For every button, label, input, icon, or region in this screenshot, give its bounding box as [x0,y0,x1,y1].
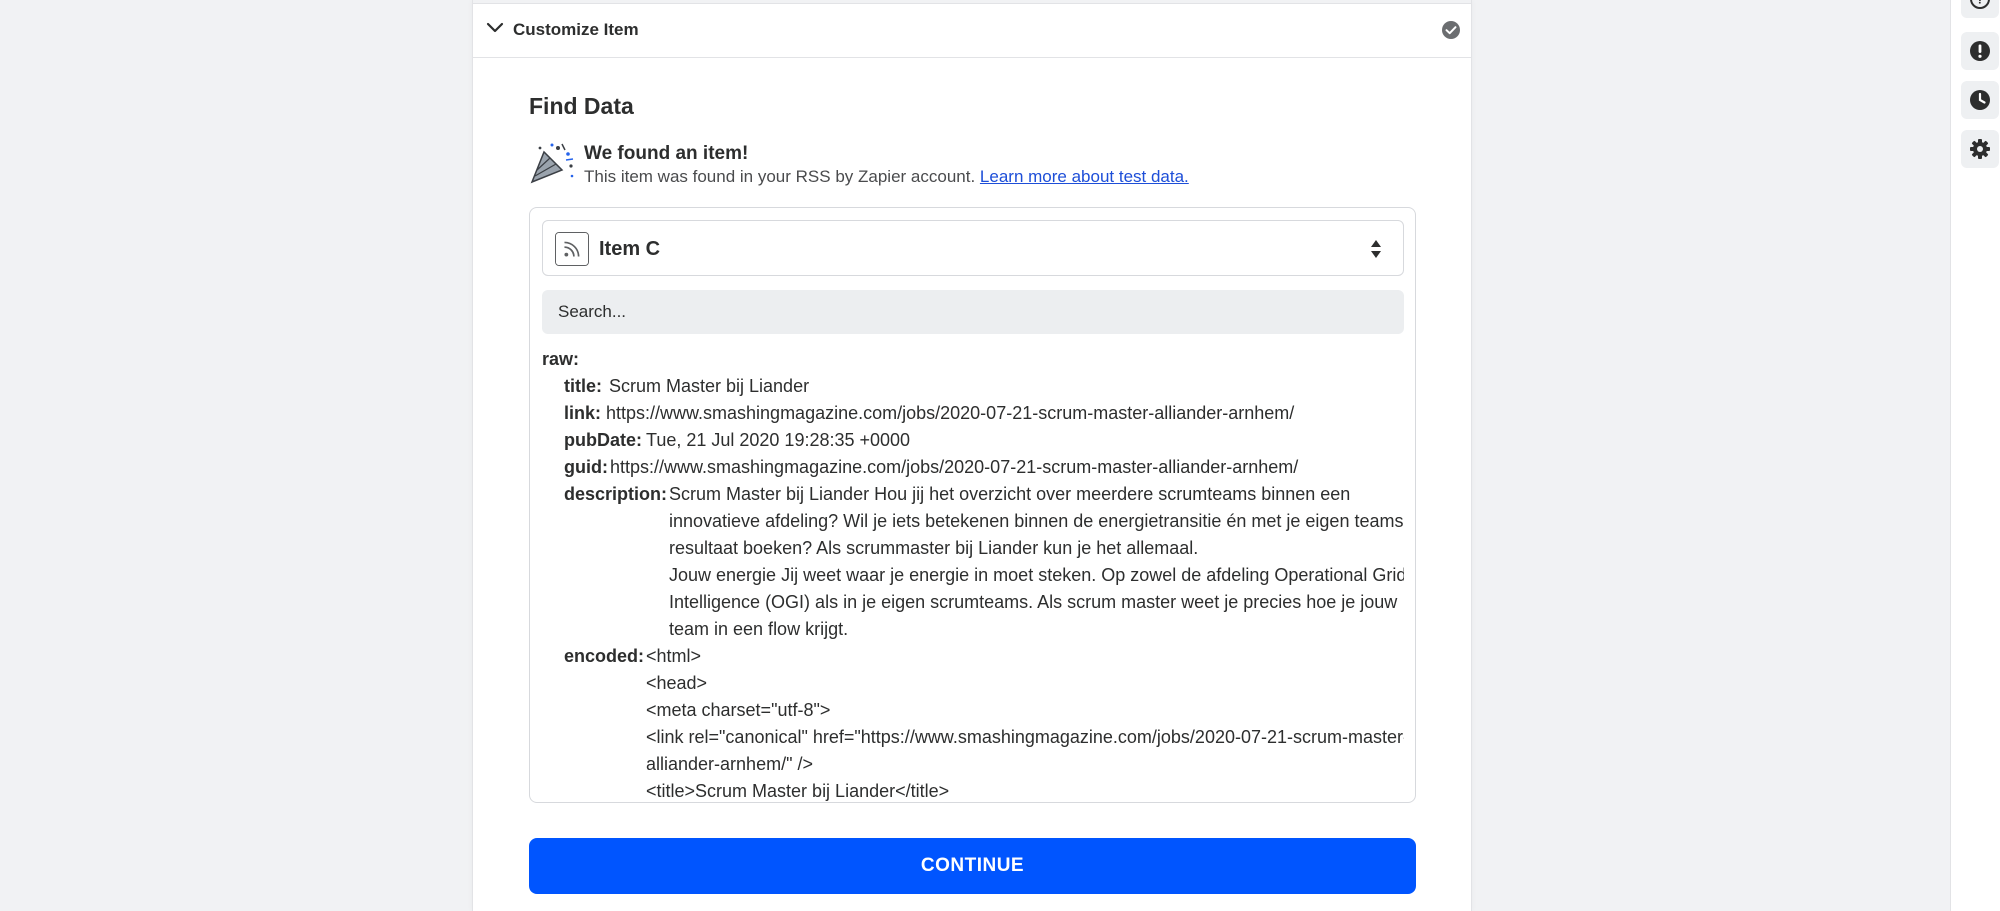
raw-key: raw: [542,349,580,369]
encoded-line: <meta charset="utf-8"> [646,700,831,720]
alert-icon [1970,41,1990,61]
found-text: This item was found in your RSS by Zapie… [584,167,976,186]
description-line: resultaat boeken? Als scrummaster bij Li… [669,538,1199,558]
item-select[interactable]: Item C [542,220,1404,276]
svg-text:?: ? [1976,0,1983,7]
description-line: Scrum Master bij Liander Hou jij het ove… [669,484,1351,504]
description-line: Intelligence (OGI) als in je eigen scrum… [669,592,1398,612]
continue-button[interactable]: CONTINUE [529,838,1416,894]
rss-icon [555,232,589,266]
title-value: Scrum Master bij Liander [609,376,810,396]
history-button[interactable] [1961,81,1999,119]
encoded-line: <head> [646,673,708,693]
pubdate-key: pubDate: [564,430,642,450]
alert-button[interactable] [1961,32,1999,70]
find-data-title: Find Data [529,93,634,119]
encoded-line: alliander-arnhem/" /> [646,754,813,774]
encoded-line: <link rel="canonical" href="https://www.… [646,727,1404,747]
link-value: https://www.smashingmagazine.com/jobs/20… [606,403,1295,423]
right-sidebar: ? [1950,0,2000,911]
help-icon: ? [1970,0,1990,9]
check-circle-icon [1442,21,1460,39]
settings-icon [1970,139,1990,159]
pubdate-value: Tue, 21 Jul 2020 19:28:35 +0000 [646,430,911,450]
link-key: link: [564,403,602,423]
description-line: team in een flow krijgt. [669,619,849,639]
chevron-down-icon[interactable] [485,18,505,38]
test-data-box: Item C raw: title: Scrum Master bij Lian… [529,207,1416,803]
title-key: title: [564,376,602,396]
description-line: innovatieve afdeling? Wil je iets beteke… [669,511,1404,531]
selected-item-label: Item C [599,238,661,260]
raw-data-tree: raw: title: Scrum Master bij Liander lin… [542,346,1404,802]
party-popper-icon [530,143,574,184]
found-description: This item was found in your RSS by Zapie… [584,167,1189,187]
encoded-line: <html> [646,646,702,666]
search-input[interactable] [542,290,1404,334]
history-icon [1970,90,1990,110]
customize-item-header[interactable]: Customize Item [473,4,1471,58]
guid-key: guid: [564,457,608,477]
learn-more-link[interactable]: Learn more about test data. [980,167,1189,186]
encoded-key: encoded: [564,646,645,666]
section-title: Customize Item [513,20,639,39]
guid-value: https://www.smashingmagazine.com/jobs/20… [610,457,1299,477]
help-button[interactable]: ? [1961,0,1999,18]
description-line: Jouw energie Jij weet waar je energie in… [669,565,1404,585]
select-arrows-icon [1371,240,1381,258]
editor-panel: Customize Item Find Data We found an ite… [472,0,1472,911]
settings-button[interactable] [1961,130,1999,168]
encoded-value: <html> <head> <meta charset="utf-8"> <li… [646,643,1404,802]
encoded-line: <title>Scrum Master bij Liander</title> [646,781,950,801]
found-heading: We found an item! [584,143,749,164]
description-key: description: [564,484,668,504]
description-value: Scrum Master bij Liander Hou jij het ove… [669,481,1404,643]
